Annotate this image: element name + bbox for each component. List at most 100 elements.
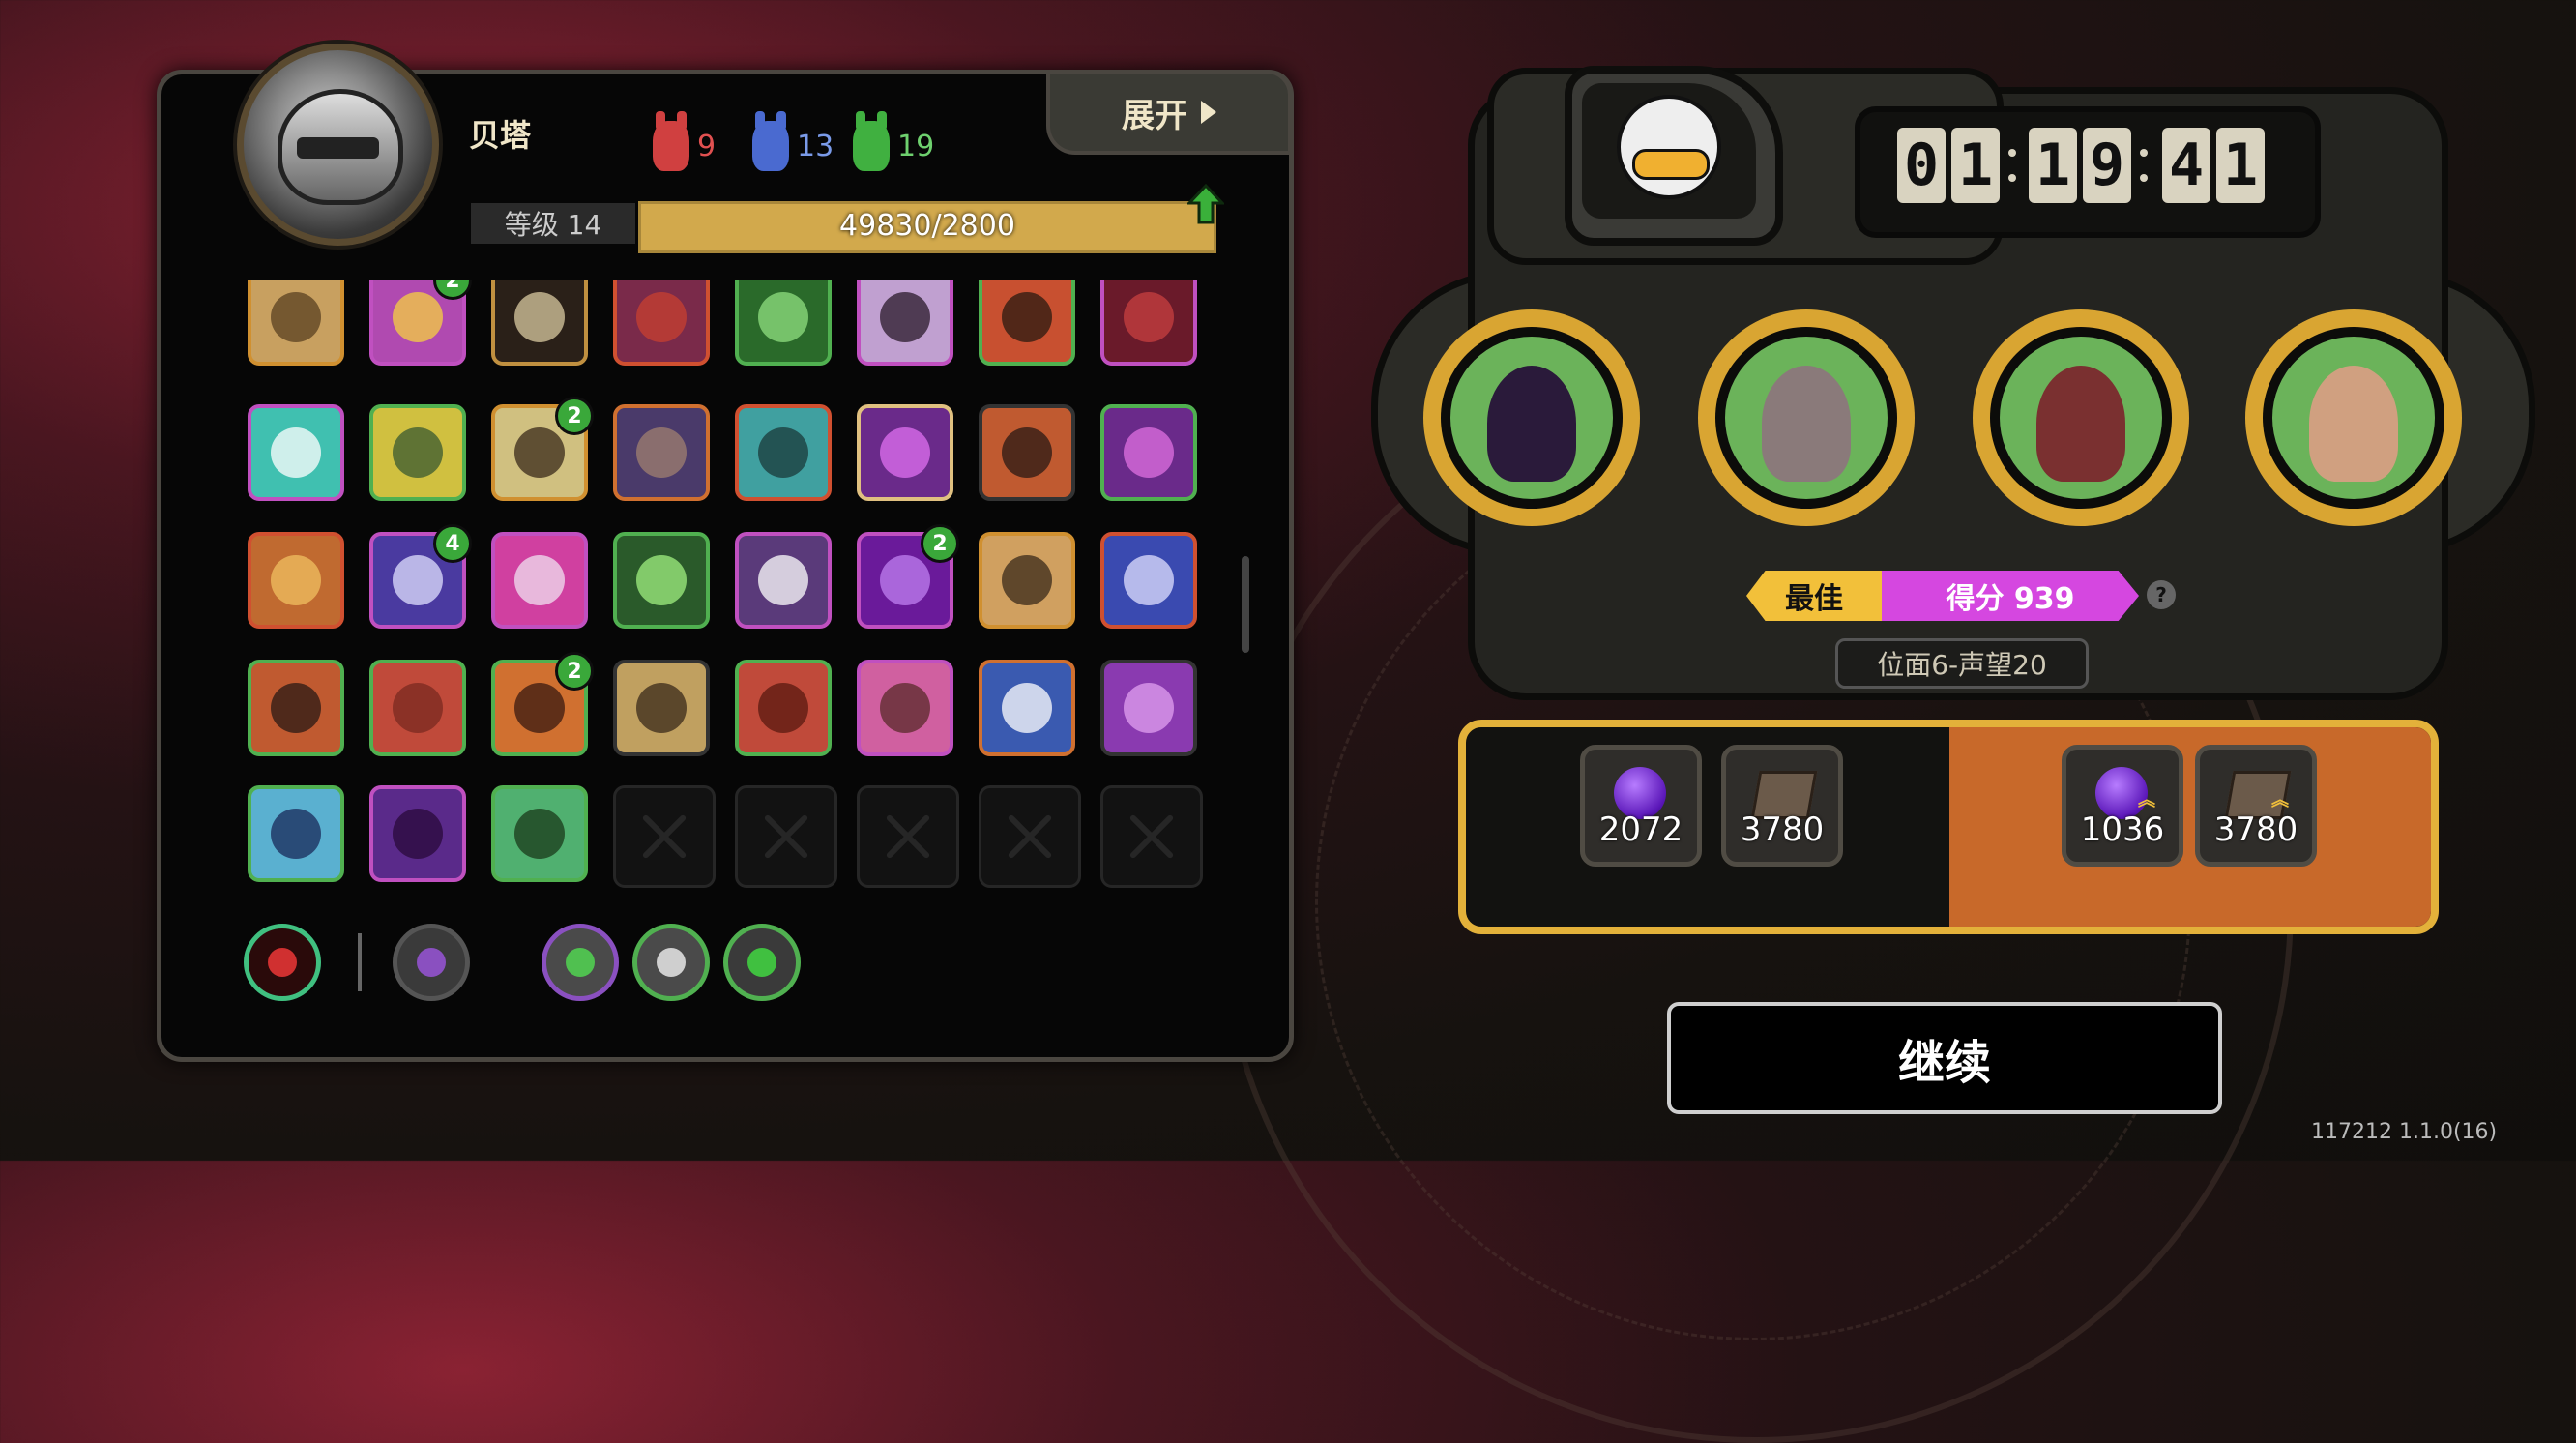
skill-slot[interactable]: [735, 404, 832, 501]
expand-button[interactable]: 展开: [1046, 70, 1292, 155]
avatar[interactable]: [237, 44, 439, 246]
skill-icon: [271, 427, 321, 478]
reward-value: 2072: [1598, 810, 1683, 849]
skill-slot[interactable]: [248, 785, 344, 882]
skill-slot[interactable]: 4: [369, 524, 472, 629]
timer-digit: 4: [2162, 128, 2210, 203]
skill-slot[interactable]: 2: [491, 652, 594, 756]
skill-slot[interactable]: [248, 404, 344, 501]
skill-slot[interactable]: [248, 532, 344, 629]
green-horn-count: 19: [897, 129, 935, 163]
skill-slot[interactable]: [979, 532, 1075, 629]
reward-value: 3780: [1740, 810, 1825, 849]
expand-label: 展开: [1122, 96, 1187, 135]
icon-glyph: [417, 948, 446, 977]
hero-armored-mask-portrait[interactable]: [1698, 309, 1915, 526]
triangle-orb-icon[interactable]: [632, 924, 710, 1001]
icon-glyph: [566, 948, 595, 977]
skill-icon: [1002, 292, 1052, 342]
skill-icon: [393, 555, 443, 605]
skill-slot[interactable]: [613, 404, 710, 501]
skill-slot[interactable]: [613, 280, 710, 366]
skill-icon: [880, 292, 930, 342]
skill-icon: [636, 555, 687, 605]
potion-flask-icon[interactable]: [723, 924, 801, 1001]
divider: [358, 933, 362, 991]
heart-orb-icon[interactable]: [542, 924, 619, 1001]
skill-icon: [880, 683, 930, 733]
skill-slot[interactable]: [1100, 404, 1197, 501]
hero-core: [1725, 337, 1888, 499]
skill-slot[interactable]: [613, 532, 710, 629]
skill-icon: [514, 809, 565, 859]
red-horn-resource: 9: [653, 111, 716, 171]
skill-icon: [758, 292, 808, 342]
skill-slot[interactable]: [979, 660, 1075, 756]
skill-icon: [393, 683, 443, 733]
skill-slot[interactable]: [979, 280, 1075, 366]
version-label: 117212 1.1.0(16): [2311, 1120, 2498, 1144]
hero-dark-knight-portrait[interactable]: [1423, 309, 1640, 526]
skill-slot[interactable]: [491, 532, 588, 629]
skill-slot[interactable]: [735, 280, 832, 366]
help-icon[interactable]: ?: [2147, 580, 2176, 609]
hero-armored-mask-icon: [1762, 366, 1851, 482]
level-up-arrow-icon[interactable]: [1187, 184, 1224, 224]
score-tag: 得分 939: [1882, 571, 2139, 621]
skill-slot[interactable]: [248, 660, 344, 756]
red-horn-icon: [653, 111, 689, 171]
skill-icon: [1124, 683, 1174, 733]
skill-icon: [514, 292, 565, 342]
skill-slot[interactable]: [1100, 532, 1197, 629]
skill-slot[interactable]: [1100, 660, 1197, 756]
hero-dark-knight-icon: [1487, 366, 1576, 482]
skill-icon: [271, 292, 321, 342]
demon-mask-icon[interactable]: [244, 924, 321, 1001]
level-label: 等级 14: [471, 203, 635, 244]
duck-mascot-icon: [1617, 95, 1721, 199]
skill-slot[interactable]: [613, 660, 710, 756]
hero-core: [1450, 337, 1613, 499]
scrollbar[interactable]: [1242, 556, 1249, 653]
skill-slot[interactable]: [857, 280, 953, 366]
skill-slot[interactable]: [735, 532, 832, 629]
skill-level-badge: 2: [433, 280, 472, 300]
character-name: 贝塔: [469, 117, 532, 154]
skill-slot[interactable]: [857, 404, 953, 501]
skill-icon: [880, 427, 930, 478]
skill-icon: [1002, 683, 1052, 733]
skill-slot[interactable]: [491, 280, 588, 366]
skill-slot[interactable]: [735, 660, 832, 756]
skill-slot[interactable]: [979, 404, 1075, 501]
icon-glyph: [268, 948, 297, 977]
skill-slot[interactable]: [248, 280, 344, 366]
skill-icon: [514, 427, 565, 478]
skill-slot[interactable]: [369, 660, 466, 756]
empty-skill-slot: [979, 785, 1081, 888]
hero-red-beast-icon: [2036, 366, 2125, 482]
skill-slot[interactable]: [491, 785, 588, 882]
skill-icon: [271, 809, 321, 859]
skill-icon: [393, 292, 443, 342]
skill-slot[interactable]: [369, 404, 466, 501]
skill-icon: [271, 683, 321, 733]
reward-value: 3780: [2213, 810, 2298, 849]
hero-glasses-kid-portrait[interactable]: [2245, 309, 2462, 526]
scroll-card-icon[interactable]: [393, 924, 470, 1001]
empty-skill-slot: [857, 785, 959, 888]
skill-slot[interactable]: [369, 785, 466, 882]
skill-slot[interactable]: 2: [491, 397, 594, 501]
skill-icon: [880, 555, 930, 605]
hero-red-beast-portrait[interactable]: [1973, 309, 2189, 526]
timer-digit: 1: [2216, 128, 2265, 203]
skill-icon: [393, 427, 443, 478]
skill-slot[interactable]: 2: [857, 524, 959, 629]
skill-slot[interactable]: 2: [369, 280, 472, 366]
hero-core: [2272, 337, 2435, 499]
skill-icon: [1002, 427, 1052, 478]
continue-button[interactable]: 继续: [1667, 1002, 2222, 1114]
skill-slot[interactable]: [857, 660, 953, 756]
skill-slot[interactable]: [1100, 280, 1197, 366]
skill-icon: [271, 555, 321, 605]
skill-icon: [636, 292, 687, 342]
